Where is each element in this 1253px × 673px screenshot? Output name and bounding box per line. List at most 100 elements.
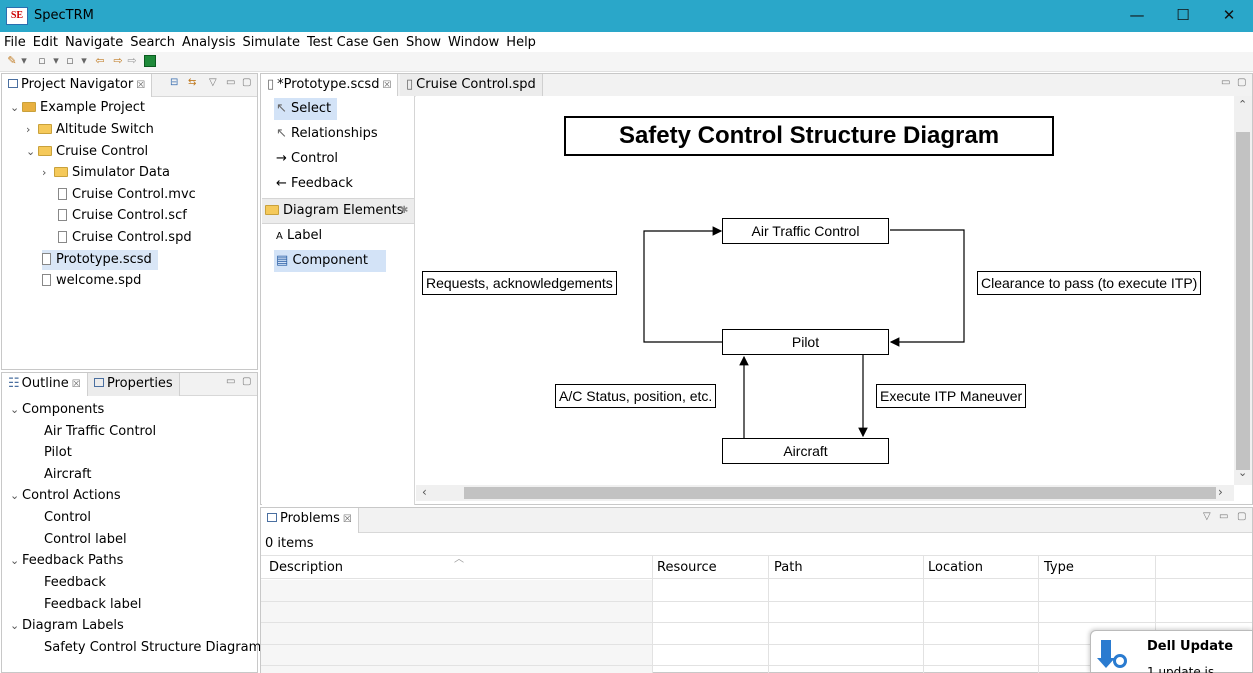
scroll-thumb[interactable] [464, 487, 1216, 499]
tab-outline[interactable]: ☷ Outline ☒ [2, 373, 88, 396]
outline-group[interactable]: ⌄ Feedback Paths [10, 551, 123, 571]
minimize-view-icon[interactable]: ▭ [226, 376, 235, 387]
column-location[interactable]: Location [928, 560, 983, 575]
app-icon: SE [6, 7, 28, 25]
tree-item-selected[interactable]: Prototype.scsd [42, 250, 158, 270]
window-title: SpecTRM [34, 8, 94, 23]
menu-show[interactable]: Show [402, 32, 444, 50]
outline-item[interactable]: Feedback label [44, 595, 141, 615]
maximize-view-icon[interactable]: ▢ [1237, 77, 1246, 88]
outline-item[interactable]: Aircraft [44, 465, 91, 485]
view-menu-icon[interactable]: ▽ [209, 77, 217, 88]
run-icon[interactable] [144, 55, 156, 67]
link-editor-icon[interactable]: ⇆ [188, 77, 196, 88]
tree-item[interactable]: Cruise Control.scf [58, 206, 187, 226]
connector-pilot-to-atc [643, 226, 723, 343]
outline-group[interactable]: ⌄ Components [10, 400, 104, 420]
palette-drawer-diagram-elements[interactable]: Diagram Elements ✱ [262, 198, 414, 224]
print-icon[interactable]: ▫ [64, 55, 76, 67]
component-aircraft[interactable]: Aircraft [722, 438, 889, 464]
close-button[interactable]: ✕ [1206, 0, 1252, 30]
minimize-view-icon[interactable]: ▭ [1219, 511, 1228, 522]
dropdown-icon[interactable]: ▾ [50, 55, 62, 67]
scroll-thumb[interactable] [1236, 132, 1250, 470]
palette-component-tool[interactable]: ▤ Component [274, 250, 386, 272]
outline-item[interactable]: Feedback [44, 573, 106, 593]
palette-control-tool[interactable]: → Control [274, 148, 344, 170]
label-requests[interactable]: Requests, acknowledgements [422, 271, 617, 295]
label-execute[interactable]: Execute ITP Maneuver [876, 384, 1027, 408]
tree-item[interactable]: › Simulator Data [42, 163, 170, 183]
menu-file[interactable]: File [0, 32, 29, 50]
outline-group[interactable]: ⌄ Diagram Labels [10, 616, 124, 636]
tab-prototype-scsd[interactable]: ▯ *Prototype.scsd ☒ [261, 74, 399, 97]
menu-search[interactable]: Search [126, 32, 178, 50]
minimize-view-icon[interactable]: ▭ [226, 77, 235, 88]
maximize-view-icon[interactable]: ▢ [242, 376, 251, 387]
outline-item[interactable]: Control label [44, 530, 127, 550]
maximize-button[interactable]: ☐ [1160, 0, 1206, 30]
outline-item[interactable]: Pilot [44, 443, 72, 463]
column-path[interactable]: Path [774, 560, 803, 575]
minimize-button[interactable]: — [1114, 0, 1160, 30]
tree-item[interactable]: › Altitude Switch [26, 120, 154, 140]
scroll-down-icon[interactable]: ⌄ [1238, 466, 1247, 479]
left-arrow-icon: ← [276, 176, 287, 191]
outline-item[interactable]: Control [44, 508, 91, 528]
pin-icon[interactable]: ✱ [400, 199, 408, 223]
scroll-left-icon[interactable]: ‹ [422, 485, 427, 499]
palette-label-tool[interactable]: A Label [274, 225, 328, 247]
diagram-canvas[interactable]: Safety Control Structure Diagram Air Tra… [416, 96, 1234, 485]
tab-project-navigator[interactable]: Project Navigator ☒ [2, 74, 153, 97]
column-description[interactable]: Description [269, 560, 343, 575]
palette-select-tool[interactable]: ↖ Select [274, 98, 338, 120]
forward-icon[interactable]: ⇨ [112, 55, 124, 67]
menu-window[interactable]: Window [444, 32, 502, 50]
last-edit-icon[interactable]: ⇨ [126, 55, 138, 67]
outline-group[interactable]: ⌄ Control Actions [10, 486, 121, 506]
view-menu-icon[interactable]: ▽ [1203, 511, 1211, 522]
component-air-traffic-control[interactable]: Air Traffic Control [722, 218, 889, 244]
tree-item[interactable]: ⌄ Cruise Control [26, 142, 148, 162]
save-icon[interactable]: ▫ [36, 55, 48, 67]
column-type[interactable]: Type [1044, 560, 1074, 575]
maximize-view-icon[interactable]: ▢ [242, 77, 251, 88]
tree-item[interactable]: Cruise Control.spd [58, 228, 192, 248]
tree-item[interactable]: welcome.spd [42, 271, 141, 291]
diagram-title[interactable]: Safety Control Structure Diagram [564, 116, 1054, 156]
menu-simulate[interactable]: Simulate [239, 32, 303, 50]
tab-cruise-control-spd[interactable]: ▯ Cruise Control.spd [400, 74, 543, 97]
tab-properties[interactable]: Properties [88, 373, 180, 396]
menu-help[interactable]: Help [502, 32, 539, 50]
collapse-all-icon[interactable]: ⊟ [170, 77, 178, 88]
maximize-view-icon[interactable]: ▢ [1237, 511, 1246, 522]
new-wizard-icon[interactable]: ✎ [6, 55, 18, 67]
menu-edit[interactable]: Edit [29, 32, 61, 50]
problems-count: 0 items [265, 536, 314, 551]
outline-item[interactable]: Safety Control Structure Diagram [44, 638, 261, 658]
dell-update-notification[interactable]: Dell Update 1 update is ready [1090, 630, 1253, 673]
minimize-view-icon[interactable]: ▭ [1221, 77, 1230, 88]
project-navigator-panel: Project Navigator ☒ ⊟ ⇆ ▽ ▭ ▢ ⌄ Example Pr… [1, 73, 258, 370]
back-icon[interactable]: ⇦ [94, 55, 106, 67]
menu-navigate[interactable]: Navigate [61, 32, 126, 50]
menu-analysis[interactable]: Analysis [178, 32, 239, 50]
outline-item[interactable]: Air Traffic Control [44, 422, 156, 442]
component-pilot[interactable]: Pilot [722, 329, 889, 355]
label-status[interactable]: A/C Status, position, etc. [555, 384, 717, 408]
horizontal-scrollbar[interactable]: ‹ › [416, 485, 1234, 501]
tree-item[interactable]: Cruise Control.mvc [58, 185, 196, 205]
palette-feedback-tool[interactable]: ← Feedback [274, 173, 359, 195]
sort-icon: ︿ [454, 554, 464, 565]
menu-test-case-gen[interactable]: Test Case Gen [303, 32, 402, 50]
dropdown-icon[interactable]: ▾ [18, 55, 30, 67]
palette-relationships-tool[interactable]: ↖ Relationships [274, 123, 384, 145]
tree-item[interactable]: ⌄ Example Project [10, 98, 145, 118]
tab-problems[interactable]: Problems ☒ [261, 508, 359, 533]
label-clearance[interactable]: Clearance to pass (to execute ITP) [977, 271, 1202, 295]
dropdown-icon[interactable]: ▾ [78, 55, 90, 67]
scroll-right-icon[interactable]: › [1218, 485, 1223, 499]
vertical-scrollbar[interactable]: ⌃ ⌄ [1234, 96, 1252, 485]
scroll-up-icon[interactable]: ⌃ [1238, 98, 1247, 111]
column-resource[interactable]: Resource [657, 560, 717, 575]
